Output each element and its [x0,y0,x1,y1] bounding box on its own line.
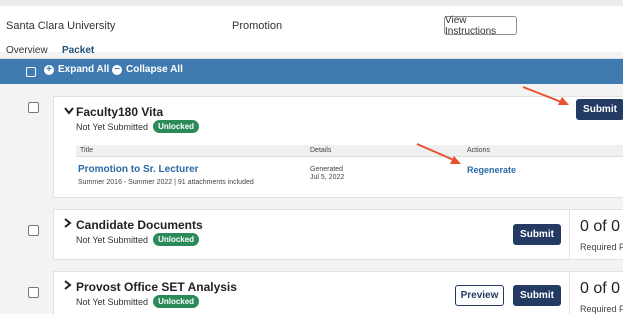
plus-circle-icon: + [44,64,54,75]
section-card-candidate-docs: Candidate Documents Not Yet Submitted Un… [53,209,623,260]
annotation-arrow-submit [522,86,569,105]
case-type: Promotion [232,20,283,32]
required-files-label: Required File [580,304,623,314]
required-files-summary: 0 of 0 Required File [569,210,623,259]
section-checkbox-provost-set[interactable] [28,287,39,298]
view-instructions-button[interactable]: View Instructions [444,15,517,37]
minus-circle-icon: − [112,64,122,75]
tab-overview[interactable]: Overview [6,45,48,56]
section-status: Not Yet Submitted Unlocked [76,295,200,308]
section-card-provost-set: Provost Office SET Analysis Not Yet Subm… [53,271,623,314]
status-badge: Unlocked [153,233,200,246]
top-strip [0,0,623,6]
submit-button[interactable]: Submit [576,99,623,120]
chevron-right-icon[interactable] [64,216,72,231]
section-status: Not Yet Submitted Unlocked [76,233,200,246]
section-checkbox-vita[interactable] [28,102,39,113]
document-title-link[interactable]: Promotion to Sr. Lecturer [78,164,199,175]
required-files-count: 0 of 0 [580,280,621,297]
required-files-count: 0 of 0 [580,218,621,235]
status-text: Not Yet Submitted [76,234,149,245]
table-header: Title Details Actions [76,145,623,157]
collapse-all-label: Collapse All [126,64,183,75]
submit-button[interactable]: Submit [513,224,561,245]
section-title: Candidate Documents [76,218,203,232]
details-date: Jul 5, 2022 [310,174,345,181]
expand-all-button[interactable]: + Expand All [44,64,109,75]
required-files-label: Required File [580,242,623,252]
chevron-right-icon[interactable] [64,278,72,293]
column-actions: Actions [467,147,490,154]
preview-button[interactable]: Preview [455,285,504,306]
select-all-checkbox[interactable] [26,67,36,77]
annotation-arrow-regenerate [416,143,461,164]
expand-all-label: Expand All [58,64,110,75]
section-title: Faculty180 Vita [76,105,164,119]
collapse-all-button[interactable]: − Collapse All [112,64,183,75]
chevron-down-icon[interactable] [64,103,74,118]
column-details: Details [310,147,332,154]
document-meta: Summer 2016 - Summer 2022 | 91 attachmen… [78,179,254,186]
section-title: Provost Office SET Analysis [76,280,237,294]
section-status: Not Yet Submitted Unlocked [76,120,200,133]
university-name: Santa Clara University [6,20,116,32]
section-card-vita: Faculty180 Vita Not Yet Submitted Unlock… [53,96,623,198]
status-badge: Unlocked [153,120,200,133]
document-details: Generated Jul 5, 2022 [310,166,344,182]
details-status: Generated [310,166,344,173]
status-text: Not Yet Submitted [76,296,149,307]
column-title: Title [80,147,93,154]
regenerate-link[interactable]: Regenerate [467,165,516,175]
tab-bar: Overview Packet [0,40,623,60]
packet-table: Title Details Actions Promotion to Sr. L… [76,145,623,189]
required-files-summary: 0 of 0 Required File [569,272,623,314]
packet-toolbar: + Expand All − Collapse All [0,59,623,84]
status-badge: Unlocked [153,295,200,308]
submit-button[interactable]: Submit [513,285,561,306]
status-text: Not Yet Submitted [76,121,149,132]
section-checkbox-candidate-docs[interactable] [28,225,39,236]
